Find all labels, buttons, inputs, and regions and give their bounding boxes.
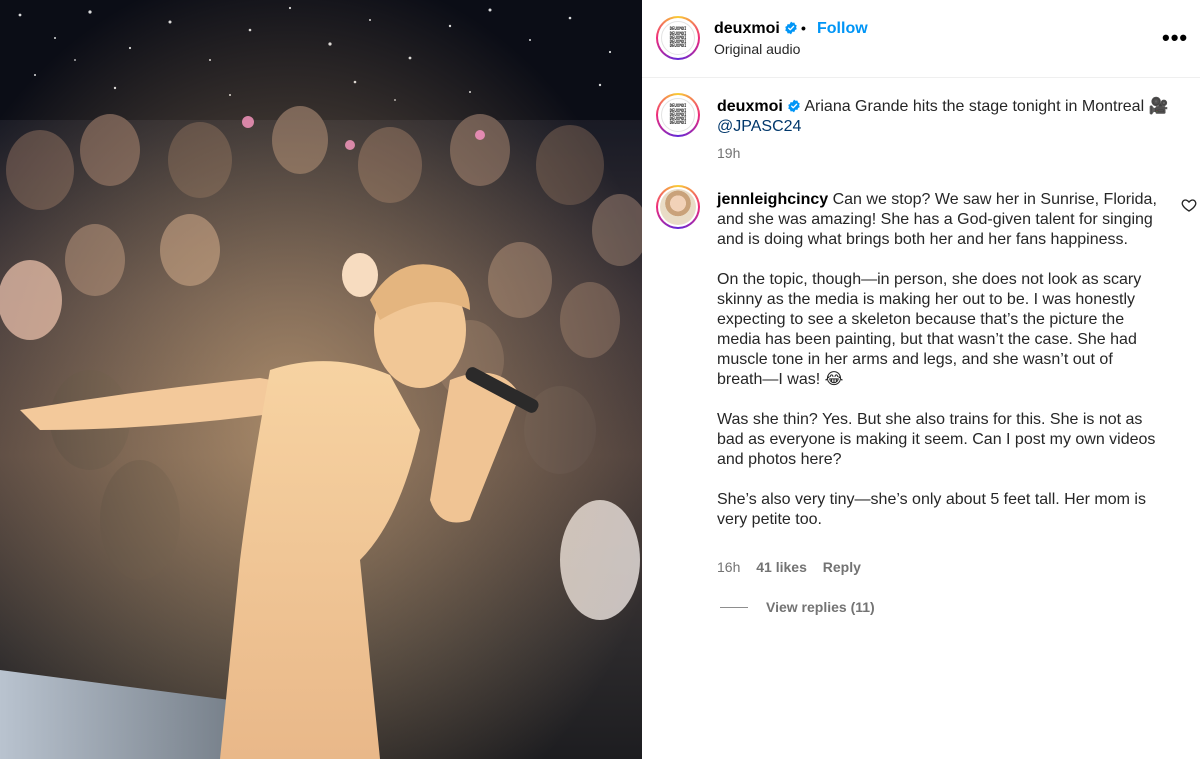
camera-emoji-icon: 🎥 bbox=[1148, 98, 1169, 115]
comment-likes[interactable]: 41 likes bbox=[756, 559, 807, 575]
caption-text: deuxmoi Ariana Grande hits the stage ton… bbox=[717, 97, 1172, 137]
verified-badge-icon bbox=[785, 21, 797, 35]
comment-timestamp[interactable]: 16h bbox=[717, 559, 740, 575]
comment-body: jennleighcincy Can we stop? We saw her i… bbox=[717, 190, 1162, 550]
caption-timestamp[interactable]: 19h bbox=[717, 145, 740, 161]
reply-button[interactable]: Reply bbox=[823, 559, 861, 575]
view-replies-label: View replies (11) bbox=[766, 599, 875, 615]
heart-icon[interactable] bbox=[1181, 197, 1197, 213]
deuxmoi-logo: DEUXMOI DEUXMOI DEUXMOI DEUXMOI DEUXMOI bbox=[661, 98, 695, 132]
follow-button[interactable]: Follow bbox=[817, 20, 868, 38]
comment-paragraph: On the topic, though—in person, she does… bbox=[717, 271, 1142, 388]
concert-photo bbox=[0, 0, 642, 759]
separator-dot: • bbox=[801, 20, 806, 36]
caption-author-avatar[interactable]: DEUXMOI DEUXMOI DEUXMOI DEUXMOI DEUXMOI bbox=[656, 93, 700, 137]
post-header: DEUXMOI DEUXMOI DEUXMOI DEUXMOI DEUXMOI … bbox=[642, 0, 1200, 78]
deuxmoi-logo: DEUXMOI DEUXMOI DEUXMOI DEUXMOI DEUXMOI bbox=[661, 21, 695, 55]
more-options-icon[interactable]: ••• bbox=[1162, 27, 1188, 49]
comment-meta: 16h 41 likes Reply bbox=[717, 559, 873, 575]
commenter-avatar[interactable] bbox=[656, 185, 700, 229]
view-replies-button[interactable]: View replies (11) bbox=[720, 599, 875, 615]
audio-label[interactable]: Original audio bbox=[714, 41, 800, 57]
comment-paragraph: She’s also very tiny—she’s only about 5 … bbox=[717, 491, 1146, 528]
commenter-username[interactable]: jennleighcincy bbox=[717, 191, 828, 208]
caption-mention-link[interactable]: @JPASC24 bbox=[717, 118, 801, 135]
commenter-photo bbox=[660, 189, 696, 225]
comment-paragraph: Was she thin? Yes. But she also trains f… bbox=[717, 411, 1156, 468]
caption-body: Ariana Grande hits the stage tonight in … bbox=[804, 98, 1145, 115]
author-username[interactable]: deuxmoi bbox=[714, 20, 780, 37]
post-media[interactable] bbox=[0, 0, 642, 759]
logo-text-line: DEUXMOI bbox=[669, 43, 687, 49]
author-avatar[interactable]: DEUXMOI DEUXMOI DEUXMOI DEUXMOI DEUXMOI bbox=[656, 16, 700, 60]
verified-badge-icon bbox=[788, 99, 800, 113]
caption-username[interactable]: deuxmoi bbox=[717, 98, 783, 115]
replies-divider bbox=[720, 606, 748, 608]
post-details-panel: DEUXMOI DEUXMOI DEUXMOI DEUXMOI DEUXMOI … bbox=[642, 0, 1200, 759]
comment-paragraph: jennleighcincy Can we stop? We saw her i… bbox=[717, 190, 1162, 250]
author-username-row: deuxmoi bbox=[714, 20, 798, 38]
logo-text-line: DEUXMOI bbox=[669, 120, 687, 126]
